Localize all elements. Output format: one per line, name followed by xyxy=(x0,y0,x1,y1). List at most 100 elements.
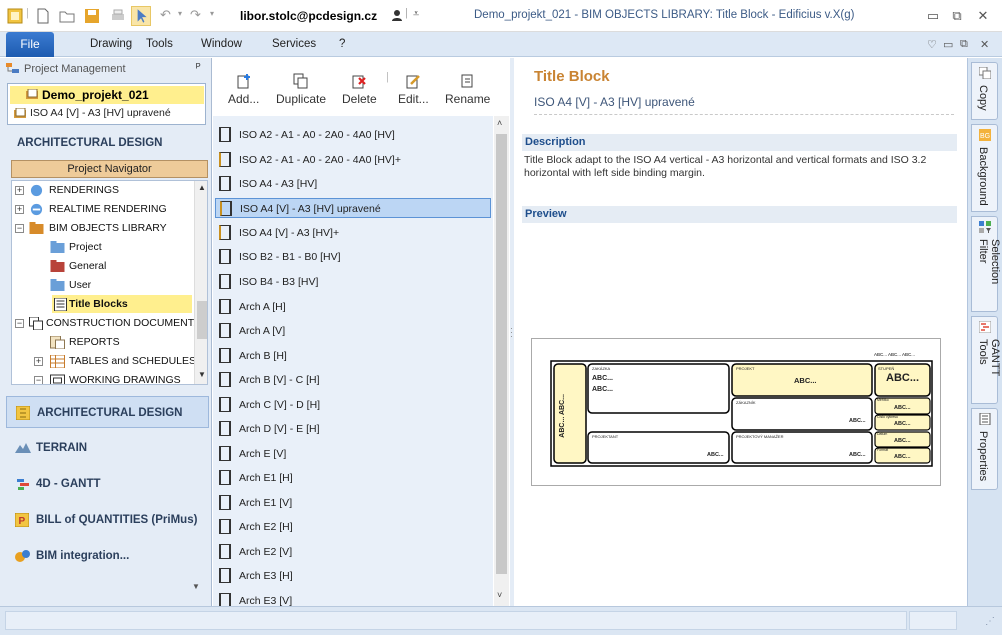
tree-item-tables-and-schedules[interactable]: + TABLES and SCHEDULES xyxy=(12,352,196,371)
tree-scroll-thumb[interactable] xyxy=(197,301,207,339)
favorite-icon[interactable]: ♡ xyxy=(927,38,937,51)
scroll-up-icon[interactable]: ˄ xyxy=(497,118,502,128)
new-file-icon[interactable] xyxy=(35,8,51,24)
user-icon[interactable] xyxy=(391,9,403,21)
nav-terrain[interactable]: TERRAIN xyxy=(6,432,209,464)
list-item[interactable]: Arch D [V] - E [H] xyxy=(215,419,491,439)
list-item[interactable]: ISO A2 - A1 - A0 - 2A0 - 4A0 [HV] xyxy=(215,125,491,145)
list-item[interactable]: Arch E2 [H] xyxy=(215,517,491,537)
menu-help[interactable]: ? xyxy=(339,38,345,50)
title-block-icon xyxy=(219,323,231,338)
menu-tools[interactable]: Tools xyxy=(146,38,173,50)
list-item[interactable]: Arch E3 [V] xyxy=(215,591,491,606)
cursor-select-icon[interactable] xyxy=(131,6,151,26)
edit-button[interactable]: Edit... xyxy=(398,73,429,106)
delete-button[interactable]: Delete xyxy=(342,73,377,106)
print-icon[interactable] xyxy=(110,8,126,24)
list-item-selected[interactable]: ISO A4 [V] - A3 [HV] upravené xyxy=(215,198,491,218)
undo-dropdown-icon[interactable]: ▾ xyxy=(178,9,182,18)
tree-item-project[interactable]: Project xyxy=(12,238,192,257)
menu-window[interactable]: Window xyxy=(201,38,242,50)
preview-stupen-label: STUPEŇ xyxy=(878,366,895,371)
list-item[interactable]: ISO A2 - A1 - A0 - 2A0 - 4A0 [HV]+ xyxy=(215,150,491,170)
list-item[interactable]: Arch C [V] - D [H] xyxy=(215,395,491,415)
list-item[interactable]: Arch E3 [H] xyxy=(215,566,491,586)
collapse-icon[interactable]: − xyxy=(15,319,24,328)
redo-icon[interactable]: ↷ xyxy=(190,7,201,23)
expand-icon[interactable]: + xyxy=(15,186,24,195)
tab-copy[interactable]: Copy xyxy=(971,62,998,120)
tree-item-reports[interactable]: REPORTS xyxy=(12,333,192,352)
side-tab-strip: Copy BG Background Selection Filter GANT… xyxy=(967,58,1002,606)
rename-button[interactable]: Rename xyxy=(445,73,490,106)
list-item[interactable]: ISO B2 - B1 - B0 [HV] xyxy=(215,247,491,267)
duplicate-button[interactable]: Duplicate xyxy=(276,73,326,106)
restore-button[interactable]: ⧉ xyxy=(948,7,966,25)
undo-icon[interactable]: ↶ xyxy=(160,7,171,23)
preview-projekt-label: PROJEKT xyxy=(736,366,755,371)
scroll-up-icon[interactable]: ▲ xyxy=(198,183,206,192)
tree-item-general[interactable]: General xyxy=(12,257,192,276)
nav-overflow-icon[interactable]: ▼ xyxy=(192,582,200,591)
menu-drawing[interactable]: Drawing xyxy=(90,38,132,50)
svg-text:BG: BG xyxy=(980,133,990,140)
list-item[interactable]: Arch B [H] xyxy=(215,346,491,366)
mdi-close-button[interactable]: ✕ xyxy=(980,38,989,51)
tree-item-renderings[interactable]: + RENDERINGS xyxy=(12,181,192,200)
list-item[interactable]: Arch E1 [H] xyxy=(215,468,491,488)
close-button[interactable]: ✕ xyxy=(974,7,992,25)
project-item[interactable]: ISO A4 [V] - A3 [HV] upravené xyxy=(10,106,204,122)
tree-item-construction-documents[interactable]: − CONSTRUCTION DOCUMENT: xyxy=(12,314,196,333)
list-item[interactable]: Arch A [H] xyxy=(215,297,491,317)
tree-item-bim-objects-library[interactable]: − BIM OBJECTS LIBRARY xyxy=(12,219,192,238)
list-item[interactable]: Arch B [V] - C [H] xyxy=(215,370,491,390)
resize-grip-icon[interactable]: ⋰ xyxy=(985,616,995,627)
app-logo-icon[interactable] xyxy=(7,8,23,24)
project-name[interactable]: Demo_projekt_021 xyxy=(10,86,204,104)
list-scrollbar[interactable]: ˄ ˅ xyxy=(494,116,509,606)
add-button[interactable]: Add... xyxy=(228,73,259,106)
list-scroll-thumb[interactable] xyxy=(496,134,507,574)
primus-icon: P xyxy=(15,513,29,527)
collapse-icon[interactable]: − xyxy=(34,376,43,384)
open-folder-icon[interactable] xyxy=(59,8,75,24)
mdi-minimize-button[interactable]: ▭ xyxy=(943,38,953,51)
tree-item-realtime-rendering[interactable]: + REALTIME RENDERING xyxy=(12,200,192,219)
scroll-down-icon[interactable]: ˅ xyxy=(497,590,502,600)
save-icon[interactable] xyxy=(84,8,100,24)
minimize-button[interactable]: ▭ xyxy=(924,7,942,25)
mdi-restore-button[interactable]: ⧉ xyxy=(960,38,968,51)
customize-quick-access-icon[interactable]: ⩡ xyxy=(413,8,419,21)
user-account[interactable]: libor.stolc@pcdesign.cz xyxy=(240,9,377,23)
tab-gantt-tools[interactable]: GANTT Tools xyxy=(971,316,1001,404)
nav-4d-gantt[interactable]: 4D - GANTT xyxy=(6,468,209,500)
list-item[interactable]: ISO A4 - A3 [HV] xyxy=(215,174,491,194)
list-item[interactable]: ISO A4 [V] - A3 [HV]+ xyxy=(215,223,491,243)
redo-dropdown-icon[interactable]: ▾ xyxy=(210,9,214,18)
list-item[interactable]: Arch A [V] xyxy=(215,321,491,341)
expand-icon[interactable]: + xyxy=(15,205,24,214)
title-block-icon xyxy=(219,593,231,606)
tab-selection-filter[interactable]: Selection Filter xyxy=(971,216,1001,312)
tree-item-title-blocks[interactable]: Title Blocks xyxy=(12,295,192,314)
project-navigator-header[interactable]: Project Navigator xyxy=(11,160,208,178)
nav-bim-integration[interactable]: BIM integration... xyxy=(6,540,209,572)
pin-icon[interactable]: ᴾ xyxy=(196,62,201,74)
menu-file[interactable]: File xyxy=(6,32,54,57)
collapse-icon[interactable]: − xyxy=(15,224,24,233)
nav-architectural-design[interactable]: ARCHITECTURAL DESIGN xyxy=(6,396,209,428)
menu-services[interactable]: Services xyxy=(272,38,316,50)
list-item[interactable]: Arch E1 [V] xyxy=(215,493,491,513)
tab-background[interactable]: BG Background xyxy=(971,124,998,212)
preview-manazer-label: PROJEKTOVÝ MANAŽER xyxy=(736,434,784,439)
list-item[interactable]: Arch E [V] xyxy=(215,444,491,464)
tree-scrollbar[interactable]: ▲ ▼ xyxy=(194,181,207,384)
tree-item-user[interactable]: User xyxy=(12,276,192,295)
list-item[interactable]: ISO B4 - B3 [HV] xyxy=(215,272,491,292)
nav-bill-of-quantities[interactable]: P BILL of QUANTITIES (PriMus) xyxy=(6,504,209,536)
scroll-down-icon[interactable]: ▼ xyxy=(198,370,206,379)
list-item[interactable]: Arch E2 [V] xyxy=(215,542,491,562)
tree-item-working-drawings[interactable]: − WORKING DRAWINGS xyxy=(12,371,192,384)
expand-icon[interactable]: + xyxy=(34,357,43,366)
tab-properties[interactable]: Properties xyxy=(971,408,998,490)
